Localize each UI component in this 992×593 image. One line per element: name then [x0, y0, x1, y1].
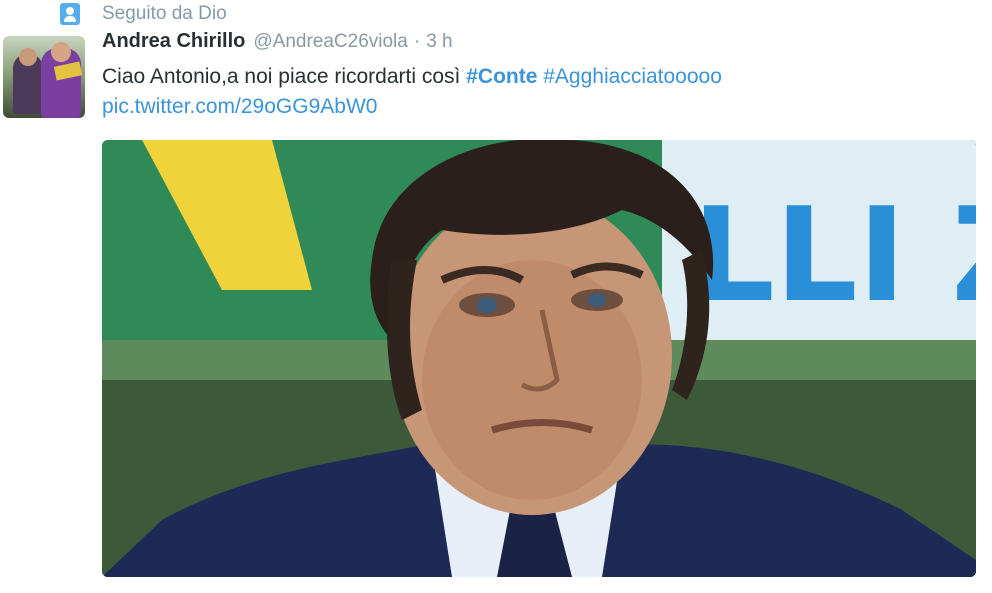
tweet-header: Andrea Chirillo @AndreaC26viola · 3 h: [102, 30, 453, 58]
author-handle[interactable]: @AndreaC26viola: [253, 31, 408, 53]
person-icon: [60, 3, 80, 25]
separator: ·: [413, 31, 421, 52]
tweet-photo[interactable]: LLI Z: [102, 140, 976, 577]
social-context-label[interactable]: Seguito da Dio: [102, 3, 227, 25]
media-link[interactable]: pic.twitter.com/29oGG9AbW0: [102, 92, 377, 122]
photo-illustration: LLI Z: [102, 140, 976, 577]
tweet-text-body: Ciao Antonio,a noi piace ricordarti così: [102, 65, 461, 88]
timestamp[interactable]: 3 h: [426, 31, 452, 53]
tweet-text: Ciao Antonio,a noi piace ricordarti così…: [102, 62, 722, 92]
author-name[interactable]: Andrea Chirillo: [102, 30, 245, 53]
hashtag-conte[interactable]: #Conte: [466, 65, 537, 88]
background-banner-text: LLI Z: [692, 179, 976, 331]
avatar[interactable]: [3, 36, 85, 118]
hashtag-agghiacciato[interactable]: #Agghiacciatooooo: [543, 65, 722, 88]
social-context: Seguito da Dio: [60, 2, 227, 26]
